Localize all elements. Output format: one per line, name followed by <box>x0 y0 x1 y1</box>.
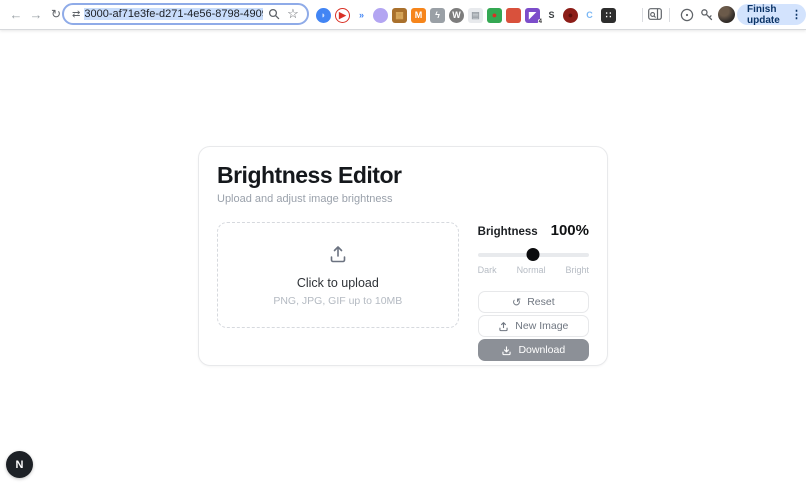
lens-search-icon[interactable] <box>266 6 282 22</box>
extensions-row: ◗ ▶ » ▦ MϟW ▤ ● ◤4 S ● C ∷ <box>316 7 616 23</box>
new-image-label: New Image <box>515 320 568 332</box>
controls-panel: Brightness 100% Dark Normal Bright ↺ Res… <box>478 222 589 361</box>
new-image-button[interactable]: New Image <box>478 315 589 337</box>
address-bar[interactable]: ⇄ 3000-af71e3fe-d271-4e56-8798-4909f6ec4… <box>62 3 309 25</box>
flash-extension-icon[interactable]: ϟ <box>430 8 445 23</box>
url-input[interactable]: 3000-af71e3fe-d271-4e56-8798-4909f6ec4cb… <box>84 8 263 20</box>
bronze-extension-icon[interactable]: ▦ <box>392 8 407 23</box>
slider-thumb[interactable] <box>527 248 540 261</box>
document-extension-icon[interactable]: ▤ <box>468 8 483 23</box>
toolbar-divider <box>642 8 643 22</box>
checkered-extension-icon[interactable]: ∷ <box>601 8 616 23</box>
page-content: Brightness Editor Upload and adjust imag… <box>0 31 806 485</box>
upload-icon <box>328 244 348 269</box>
upload-cta-text: Click to upload <box>297 276 379 290</box>
finish-update-label: Finish update <box>747 4 786 26</box>
site-info-icon[interactable]: ⇄ <box>72 9 80 20</box>
page-title: Brightness Editor <box>217 162 589 189</box>
n-floating-badge[interactable]: N <box>6 451 33 478</box>
upload-hint-text: PNG, JPG, GIF up to 10MB <box>273 295 402 307</box>
utility-circle-icon[interactable] <box>678 6 695 23</box>
crescent-extension-icon[interactable]: C <box>582 8 597 23</box>
scale-dark-label: Dark <box>478 265 497 275</box>
s-letter-extension-icon[interactable]: S <box>544 8 559 23</box>
toolbar-divider <box>669 8 670 22</box>
new-image-upload-icon <box>498 321 509 332</box>
password-key-icon[interactable] <box>698 6 715 23</box>
url-selected-text: 3000-af71e3fe-d271-4e56-8798-4909f6ec4cb… <box>84 8 263 20</box>
finish-update-button[interactable]: Finish update ⋮ <box>737 4 806 25</box>
bookmark-star-icon[interactable]: ☆ <box>285 6 301 22</box>
brightness-value: 100% <box>551 222 589 239</box>
w-extension-icon[interactable]: W <box>449 8 464 23</box>
download-icon <box>501 345 512 356</box>
page-subtitle: Upload and adjust image brightness <box>217 193 589 205</box>
scale-bright-label: Bright <box>565 265 589 275</box>
purple-blob-extension-icon[interactable] <box>373 8 388 23</box>
forward-button[interactable]: → <box>26 4 46 24</box>
purple-square-extension-icon[interactable]: ◤4 <box>525 8 540 23</box>
download-label: Download <box>518 344 565 356</box>
volume-extension-icon[interactable]: » <box>354 8 369 23</box>
blue-swirl-extension-icon[interactable]: ◗ <box>316 8 331 23</box>
metamask-icon[interactable]: M <box>411 8 426 23</box>
download-button[interactable]: Download <box>478 339 589 361</box>
reset-label: Reset <box>527 296 554 308</box>
back-button[interactable]: ← <box>6 4 26 24</box>
brightness-slider[interactable] <box>478 248 589 261</box>
browser-toolbar: ← → ↻ ⇄ 3000-af71e3fe-d271-4e56-8798-490… <box>0 0 806 30</box>
screen-record-extension-icon[interactable]: ▶ <box>335 8 350 23</box>
darkred-circle-extension-icon[interactable]: ● <box>563 8 578 23</box>
upload-dropzone[interactable]: Click to upload PNG, JPG, GIF up to 10MB <box>217 222 459 328</box>
slider-scale: Dark Normal Bright <box>478 265 589 275</box>
chrome-menu-icon[interactable]: ⋮ <box>791 8 802 21</box>
reset-icon: ↺ <box>512 296 521 309</box>
profile-avatar[interactable] <box>718 6 735 23</box>
brightness-editor-card: Brightness Editor Upload and adjust imag… <box>198 146 608 366</box>
brightness-label: Brightness <box>478 226 538 238</box>
red-square-extension-icon[interactable] <box>506 8 521 23</box>
reset-button[interactable]: ↺ Reset <box>478 291 589 313</box>
side-panel-search-icon[interactable] <box>646 6 663 23</box>
scale-normal-label: Normal <box>517 265 546 275</box>
record-green-extension-icon[interactable]: ● <box>487 8 502 23</box>
